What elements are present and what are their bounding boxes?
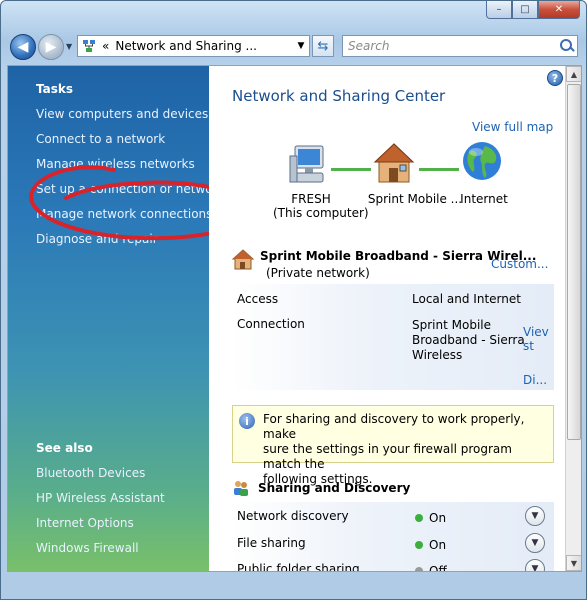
scroll-down-button[interactable]: ▼	[566, 555, 581, 571]
connection-value-line: Broadband - Sierra	[412, 333, 525, 347]
see-also-internet-options[interactable]: Internet Options	[36, 516, 134, 530]
view-full-map-link[interactable]: View full map	[472, 120, 553, 134]
vertical-scrollbar[interactable]: ▲ ▼	[565, 66, 581, 571]
table-row: Network discovery On ▼	[232, 504, 554, 530]
content-frame: Tasks View computers and devices Connect…	[7, 65, 582, 572]
internet-label: Internet	[460, 192, 508, 206]
task-diagnose-repair[interactable]: Diagnose and repair	[36, 232, 158, 246]
status-text: Off	[429, 564, 447, 572]
main-pane: ? Network and Sharing Center View full m…	[209, 66, 565, 571]
chevron-down-icon: ▼	[531, 511, 539, 521]
globe-icon[interactable]	[461, 140, 503, 184]
see-also-hp-wireless[interactable]: HP Wireless Assistant	[36, 491, 165, 505]
firewall-info-bar: i For sharing and discovery to work prop…	[232, 405, 554, 486]
computer-subtitle: (This computer)	[273, 206, 369, 220]
breadcrumb[interactable]: Network and Sharing ...	[115, 39, 287, 53]
scrollbar-thumb[interactable]	[567, 84, 581, 440]
status-dot-icon	[415, 541, 423, 549]
tasks-heading: Tasks	[36, 82, 74, 96]
sharing-icon	[234, 481, 248, 496]
task-setup-connection[interactable]: Set up a connection or network	[36, 182, 224, 196]
computer-label: FRESH (This computer)	[273, 192, 369, 220]
status-badge: Off	[415, 564, 447, 572]
info-icon: i	[239, 413, 255, 429]
address-bar[interactable]: « Network and Sharing ... ▼	[77, 35, 310, 57]
connection-line	[331, 168, 371, 171]
computer-icon[interactable]	[289, 144, 329, 186]
status-dot-icon	[415, 567, 423, 571]
sharing-heading: Sharing and Discovery	[258, 481, 411, 495]
task-connect-network[interactable]: Connect to a network	[36, 132, 165, 146]
arrow-right-icon: ▶	[45, 39, 57, 55]
expand-button[interactable]: ▼	[525, 559, 545, 572]
sharing-header: Sharing and Discovery	[232, 479, 410, 497]
page-title: Network and Sharing Center	[232, 87, 446, 105]
connection-properties: Access Local and Internet Connection Spr…	[232, 284, 554, 390]
status-text: On	[429, 538, 447, 552]
view-status-text[interactable]: st	[523, 339, 549, 353]
network-label: Sprint Mobile ...	[367, 192, 463, 206]
chevron-down-icon: ▼	[531, 538, 539, 548]
forward-button[interactable]: ▶	[38, 34, 64, 60]
connection-label: Connection	[237, 317, 305, 331]
view-status-link[interactable]: Viev st	[523, 325, 549, 353]
close-button[interactable]: ✕	[538, 1, 580, 19]
recent-pages-dropdown[interactable]: ▼	[66, 42, 72, 51]
task-pane: Tasks View computers and devices Connect…	[8, 66, 224, 571]
address-dropdown[interactable]: ▼	[293, 41, 309, 51]
status-dot-icon	[415, 514, 423, 522]
info-line: sure the settings in your firewall progr…	[263, 442, 512, 471]
maximize-button[interactable]: □	[512, 1, 538, 19]
see-also-firewall[interactable]: Windows Firewall	[36, 541, 139, 555]
sharing-table: Network discovery On ▼ File sharing On ▼	[232, 502, 554, 572]
minimize-button[interactable]: –	[486, 1, 512, 19]
breadcrumb-chevron[interactable]: «	[102, 39, 109, 53]
connection-value: Sprint Mobile Broadband - Sierra Wireles…	[412, 318, 525, 363]
house-small-icon	[232, 249, 254, 270]
scroll-up-button[interactable]: ▲	[566, 66, 581, 82]
table-row: Public folder sharing Off ▼	[232, 557, 554, 572]
table-row: File sharing On ▼	[232, 531, 554, 557]
setting-label: Network discovery	[237, 509, 349, 523]
arrow-left-icon: ◀	[17, 39, 29, 55]
window: – □ ✕ ◀ ▶ ▼ « Network and Sharing ... ▼ …	[0, 0, 587, 600]
task-view-computers[interactable]: View computers and devices	[36, 107, 208, 121]
status-bar	[7, 574, 582, 594]
house-icon[interactable]	[373, 142, 415, 186]
network-map: FRESH (This computer) Sprint Mobile ... …	[269, 142, 559, 224]
see-also-bluetooth[interactable]: Bluetooth Devices	[36, 466, 145, 480]
search-icon[interactable]	[557, 36, 577, 56]
chevron-down-icon: ▼	[531, 564, 539, 572]
back-button[interactable]: ◀	[10, 34, 36, 60]
access-value: Local and Internet	[412, 292, 521, 306]
connection-value-line: Sprint Mobile	[412, 318, 491, 332]
expand-button[interactable]: ▼	[525, 506, 545, 526]
connection-line	[419, 168, 459, 171]
view-status-text[interactable]: Viev	[523, 325, 549, 339]
help-button[interactable]: ?	[547, 70, 563, 86]
refresh-button[interactable]: ⇆	[312, 35, 334, 57]
refresh-icon: ⇆	[317, 38, 329, 54]
computer-name: FRESH	[291, 192, 331, 206]
search-input[interactable]: Search	[348, 39, 557, 53]
status-text: On	[429, 511, 447, 525]
setting-label: Public folder sharing	[237, 562, 360, 572]
task-manage-wireless[interactable]: Manage wireless networks	[36, 157, 195, 171]
disconnect-link[interactable]: Di...	[523, 373, 547, 387]
task-manage-connections[interactable]: Manage network connections	[36, 207, 212, 221]
info-text: For sharing and discovery to work proper…	[263, 412, 547, 486]
info-line: For sharing and discovery to work proper…	[263, 412, 525, 441]
search-box[interactable]: Search	[342, 35, 578, 57]
customize-link[interactable]: Custom...	[491, 257, 548, 271]
status-badge: On	[415, 511, 446, 525]
network-icon	[82, 39, 96, 53]
see-also-heading: See also	[36, 441, 93, 455]
access-label: Access	[237, 292, 279, 306]
setting-label: File sharing	[237, 536, 306, 550]
caption-buttons: – □ ✕	[486, 1, 580, 19]
connection-value-line: Wireless	[412, 348, 463, 362]
expand-button[interactable]: ▼	[525, 533, 545, 553]
status-badge: On	[415, 538, 446, 552]
